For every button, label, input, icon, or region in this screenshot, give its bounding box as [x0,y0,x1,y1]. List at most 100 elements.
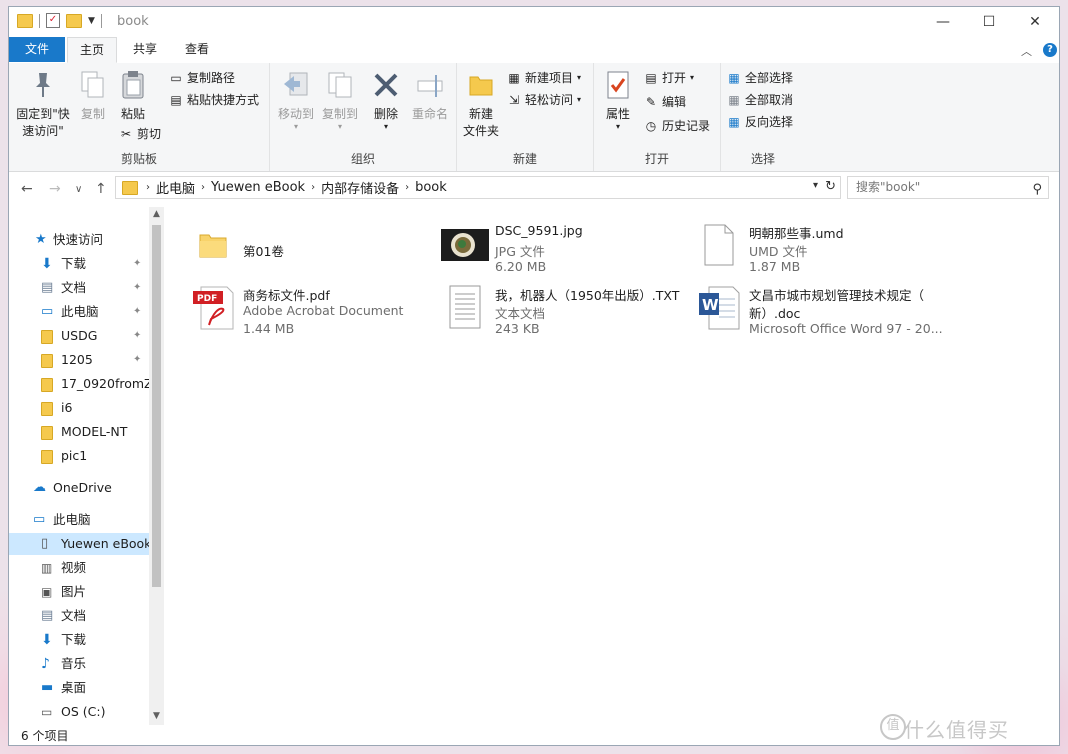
nav-scrollbar[interactable]: ▲ ▼ [149,207,164,725]
tab-home[interactable]: 主页 [67,37,117,63]
new-folder-label-1: 新建 [468,107,493,121]
nav-item-pictures[interactable]: ▣ 图片 [9,581,149,603]
pin-quick-access-button[interactable]: 固定到"快 速访问" [13,69,73,139]
properties-icon [602,69,634,101]
recent-locations-icon[interactable]: ∨ [75,184,82,195]
collapse-ribbon-icon[interactable]: ︿ [1021,43,1032,59]
select-all-button[interactable]: ▦ 全部选择 [727,69,793,86]
list-item[interactable]: PDF 商务标文件.pdf Adobe Acrobat Document 1.4… [189,277,439,336]
pin-label-2: 速访问" [22,124,64,138]
history-button[interactable]: ◷ 历史记录 [644,117,710,134]
delete-x-icon [370,69,402,101]
nav-item-os-c[interactable]: ▭ OS (C:) [9,701,149,723]
copy-label: 复制 [80,107,105,121]
nav-item-desktop[interactable]: ▬ 桌面 [9,677,149,699]
select-none-icon: ▦ [728,92,740,107]
select-group-label: 选择 [750,152,775,166]
invert-selection-button[interactable]: ▦ 反向选择 [727,113,793,130]
open-button[interactable]: ▤ 打开 ▾ [644,69,694,86]
breadcrumb-this-pc[interactable]: 此电脑 [150,178,201,197]
drive-icon: ▭ [41,705,53,719]
scroll-up-icon[interactable]: ▲ [149,209,164,219]
move-to-button[interactable]: 移动到 ▾ [274,69,318,131]
copy-path-button[interactable]: ▭ 复制路径 [169,69,235,86]
nav-item-documents[interactable]: ▤ 文档 ✦ [9,277,149,299]
folder-icon [189,221,237,269]
paste-shortcut-button[interactable]: ▤ 粘贴快捷方式 [169,91,259,108]
nav-item-yuewen-ebook[interactable]: ▯ Yuewen eBook [9,533,149,555]
list-item[interactable]: 第01卷 [189,215,439,271]
breadcrumb-book[interactable]: book [409,180,453,195]
back-arrow-icon[interactable]: ← [21,181,33,197]
cut-button[interactable]: ✂ 剪切 [119,125,161,142]
minimize-button[interactable]: — [920,7,966,37]
nav-label: i6 [61,400,73,415]
nav-item-i6[interactable]: i6 [9,397,149,419]
chevron-down-icon[interactable]: ▾ [813,180,818,191]
nav-item-documents-pc[interactable]: ▤ 文档 [9,605,149,627]
list-item[interactable]: 明朝那些事.umd UMD 文件 1.87 MB [695,215,945,274]
nav-item-videos[interactable]: ▥ 视频 [9,557,149,579]
blank-file-icon [695,221,743,269]
help-icon[interactable]: ? [1043,43,1057,57]
maximize-button[interactable]: ☐ [966,7,1012,37]
new-item-button[interactable]: ▦ 新建项目 ▾ [507,69,581,86]
up-arrow-icon[interactable]: ↑ [95,181,107,197]
select-none-button[interactable]: ▦ 全部取消 [727,91,793,108]
window-title: book [117,14,149,29]
tab-view[interactable]: 查看 [173,37,221,62]
search-input[interactable]: 搜索"book" ⚲ [847,176,1049,199]
close-button[interactable]: ✕ [1012,7,1058,37]
nav-item-usdg[interactable]: USDG ✦ [9,325,149,347]
tab-file[interactable]: 文件 [9,37,65,62]
copy-button[interactable]: 复制 [75,69,111,122]
nav-item-1205[interactable]: 1205 ✦ [9,349,149,371]
invert-selection-label: 反向选择 [745,115,794,129]
chevron-down-icon[interactable]: ▼ [88,16,95,26]
navigation-pane: ★ 快速访问 ⬇ 下载 ✦ ▤ 文档 ✦ ▭ 此电脑 ✦ USDG ✦ 1205… [9,207,149,725]
computer-icon: ▭ [41,304,54,319]
nav-this-pc[interactable]: ▭ 此电脑 [9,509,149,531]
properties-quick-icon[interactable]: ✓ [46,13,60,28]
chevron-down-icon: ▾ [337,122,342,131]
properties-button[interactable]: 属性 ▾ [598,69,638,131]
nav-item-17-0920fromzh[interactable]: 17_0920fromZh [9,373,149,395]
image-thumbnail-icon [441,221,489,269]
nav-item-downloads-pc[interactable]: ⬇ 下载 [9,629,149,651]
file-name: 明朝那些事.umd [749,226,844,241]
rename-button[interactable]: 重命名 [408,69,452,122]
scrollbar-thumb[interactable] [152,225,161,587]
list-item[interactable]: DSC_9591.jpg JPG 文件 6.20 MB [441,215,691,274]
scissors-icon: ✂ [120,126,132,141]
address-bar[interactable]: › 此电脑 › Yuewen eBook › 内部存储设备 › book ▾ ↻ [115,176,841,199]
easy-access-button[interactable]: ⇲ 轻松访问 ▾ [507,91,581,108]
breadcrumb-yuewen-ebook[interactable]: Yuewen eBook [205,180,311,195]
refresh-icon[interactable]: ↻ [825,179,836,194]
nav-quick-access[interactable]: ★ 快速访问 [9,229,149,251]
pin-icon: ✦ [133,354,142,365]
svg-text:PDF: PDF [197,294,217,304]
tab-share[interactable]: 共享 [121,37,169,62]
nav-item-this-pc[interactable]: ▭ 此电脑 ✦ [9,301,149,323]
delete-button[interactable]: 删除 ▾ [368,69,404,131]
breadcrumb-internal-storage[interactable]: 内部存储设备 [315,178,405,197]
nav-onedrive[interactable]: ☁ OneDrive [9,477,149,499]
pin-icon: ✦ [133,330,142,341]
list-item[interactable]: 我，机器人（1950年出版）.TXT 文本文档 243 KB [441,277,691,336]
edit-button[interactable]: ✎ 编辑 [644,93,686,110]
new-folder-button[interactable]: 新建 文件夹 [461,69,501,139]
nav-item-pic1[interactable]: pic1 [9,445,149,467]
new-folder-quick-icon[interactable] [66,13,82,28]
music-icon: ♪ [41,656,50,672]
list-item[interactable]: W 文昌市城市规划管理技术规定（ 新）.doc Microsoft Office… [695,277,945,336]
paste-button[interactable]: 粘贴 [113,69,153,122]
nav-item-music[interactable]: ♪ 音乐 [9,653,149,675]
scroll-down-icon[interactable]: ▼ [149,711,164,721]
forward-arrow-icon[interactable]: → [49,181,61,197]
copy-to-button[interactable]: 复制到 ▾ [318,69,362,131]
nav-item-downloads[interactable]: ⬇ 下载 ✦ [9,253,149,275]
nav-item-model-nt[interactable]: MODEL-NT [9,421,149,443]
paste-shortcut-icon: ▤ [170,92,182,107]
nav-label: 1205 [61,352,93,367]
ribbon-tabs: 文件 主页 共享 查看 [9,37,1059,64]
